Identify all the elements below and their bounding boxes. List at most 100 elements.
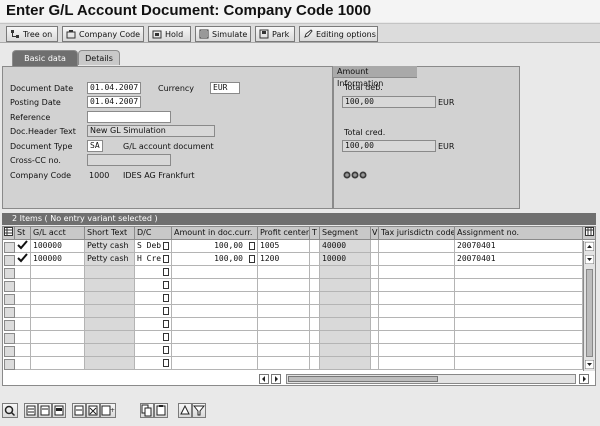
empty-cell[interactable] — [379, 279, 455, 292]
horizontal-scrollbar[interactable] — [259, 373, 595, 385]
empty-cell[interactable] — [135, 318, 172, 331]
tab-basic-data[interactable]: Basic data — [12, 50, 78, 66]
empty-cell[interactable] — [31, 292, 85, 305]
row-selector[interactable] — [4, 307, 15, 318]
grid-layout-icon[interactable] — [3, 227, 15, 240]
amount-cell[interactable]: 100,00 — [172, 240, 258, 253]
tax-jurisdiction-cell[interactable] — [379, 253, 455, 266]
row-selector[interactable] — [4, 242, 15, 253]
empty-cell[interactable] — [310, 331, 320, 344]
col-header-gl-acct[interactable]: G/L acct — [31, 227, 85, 240]
empty-cell[interactable] — [85, 292, 135, 305]
dropdown-icon[interactable] — [163, 255, 169, 263]
assignment-cell[interactable]: 20070401 — [455, 253, 583, 266]
empty-cell[interactable] — [310, 292, 320, 305]
empty-cell[interactable] — [15, 357, 31, 370]
empty-cell[interactable] — [371, 331, 379, 344]
empty-cell[interactable] — [455, 331, 583, 344]
tree-on-button[interactable]: Tree on — [6, 26, 58, 42]
amount-cell[interactable]: 100,00 — [172, 253, 258, 266]
dropdown-icon[interactable] — [163, 294, 169, 302]
dropdown-icon[interactable] — [163, 346, 169, 354]
gl-acct-cell[interactable]: 100000 — [31, 253, 85, 266]
dropdown-icon[interactable] — [163, 333, 169, 341]
copy-rows-button[interactable]: + — [100, 403, 116, 418]
empty-cell[interactable] — [258, 344, 310, 357]
col-header-v[interactable]: V — [371, 227, 379, 240]
empty-cell[interactable] — [371, 357, 379, 370]
horizontal-scroll-thumb[interactable] — [288, 376, 438, 382]
empty-cell[interactable] — [379, 331, 455, 344]
empty-cell[interactable] — [455, 292, 583, 305]
posting-date-field[interactable]: 01.04.2007 — [87, 96, 141, 108]
col-header-short-text[interactable]: Short Text — [85, 227, 135, 240]
col-header-t[interactable]: T — [310, 227, 320, 240]
row-selector[interactable] — [4, 255, 15, 266]
empty-cell[interactable] — [379, 305, 455, 318]
empty-cell[interactable] — [379, 292, 455, 305]
empty-cell[interactable] — [31, 266, 85, 279]
empty-cell[interactable] — [379, 266, 455, 279]
value-help-icon[interactable] — [249, 242, 255, 250]
row-selector[interactable] — [4, 268, 15, 279]
col-header-status[interactable]: St — [15, 227, 31, 240]
scroll-left-icon[interactable] — [259, 374, 269, 384]
empty-cell[interactable] — [15, 279, 31, 292]
filter-button[interactable] — [192, 403, 206, 418]
col-header-profit-center[interactable]: Profit center — [258, 227, 310, 240]
empty-cell[interactable] — [320, 331, 371, 344]
empty-cell[interactable] — [310, 266, 320, 279]
empty-cell[interactable] — [31, 318, 85, 331]
scroll-down-icon[interactable] — [585, 360, 594, 369]
dropdown-icon[interactable] — [163, 307, 169, 315]
gl-acct-cell[interactable]: 100000 — [31, 240, 85, 253]
empty-cell[interactable] — [15, 292, 31, 305]
empty-cell[interactable] — [15, 344, 31, 357]
profit-center-cell[interactable]: 1005 — [258, 240, 310, 253]
empty-cell[interactable] — [371, 279, 379, 292]
scroll-right-icon[interactable] — [579, 374, 589, 384]
empty-cell[interactable] — [258, 357, 310, 370]
col-header-segment[interactable]: Segment — [320, 227, 371, 240]
empty-cell[interactable] — [258, 331, 310, 344]
empty-cell[interactable] — [85, 331, 135, 344]
empty-cell[interactable] — [320, 305, 371, 318]
empty-cell[interactable] — [371, 344, 379, 357]
dropdown-icon[interactable] — [163, 320, 169, 328]
header-text-field[interactable]: New GL Simulation — [87, 125, 215, 137]
copy-button[interactable] — [140, 403, 154, 418]
dc-cell[interactable]: S Deb — [135, 240, 172, 253]
segment-cell[interactable]: 40000 — [320, 240, 371, 253]
empty-cell[interactable] — [379, 318, 455, 331]
empty-cell[interactable] — [455, 305, 583, 318]
park-button[interactable]: Park — [255, 26, 295, 42]
empty-cell[interactable] — [135, 292, 172, 305]
sort-button[interactable] — [178, 403, 192, 418]
segment-cell[interactable]: 10000 — [320, 253, 371, 266]
empty-cell[interactable] — [320, 357, 371, 370]
empty-cell[interactable] — [172, 292, 258, 305]
scroll-right-small-icon[interactable] — [271, 374, 281, 384]
horizontal-scroll-track[interactable] — [286, 374, 576, 384]
col-header-amount[interactable]: Amount in doc.curr. — [172, 227, 258, 240]
empty-cell[interactable] — [310, 344, 320, 357]
currency-field[interactable]: EUR — [210, 82, 240, 94]
vertical-scroll-thumb[interactable] — [586, 269, 593, 357]
empty-cell[interactable] — [85, 318, 135, 331]
value-help-icon[interactable] — [249, 255, 255, 263]
row-selector[interactable] — [4, 320, 15, 331]
assignment-cell[interactable]: 20070401 — [455, 240, 583, 253]
empty-cell[interactable] — [172, 266, 258, 279]
empty-cell[interactable] — [172, 344, 258, 357]
reference-field[interactable] — [87, 111, 171, 123]
empty-cell[interactable] — [379, 344, 455, 357]
empty-cell[interactable] — [172, 305, 258, 318]
empty-cell[interactable] — [320, 318, 371, 331]
empty-cell[interactable] — [85, 344, 135, 357]
empty-cell[interactable] — [310, 318, 320, 331]
empty-cell[interactable] — [31, 331, 85, 344]
empty-cell[interactable] — [135, 357, 172, 370]
empty-cell[interactable] — [15, 318, 31, 331]
empty-cell[interactable] — [258, 305, 310, 318]
empty-cell[interactable] — [172, 357, 258, 370]
